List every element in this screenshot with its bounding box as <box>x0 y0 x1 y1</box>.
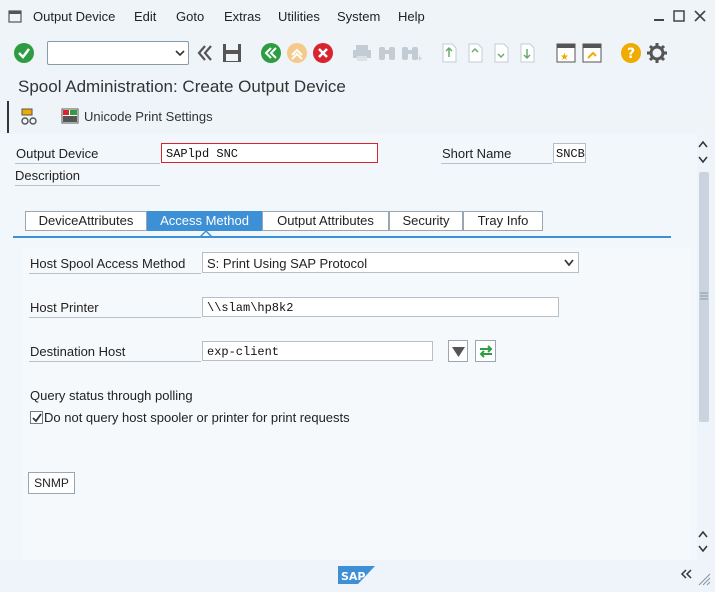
sap-logo-icon: SAP <box>338 566 375 584</box>
host-spool-method-value: S: Print Using SAP Protocol <box>207 256 368 271</box>
menu-goto[interactable]: Goto <box>176 9 204 24</box>
destination-host-label: Destination Host <box>30 344 126 359</box>
minimize-icon[interactable] <box>653 10 665 22</box>
find-next-icon[interactable]: + <box>400 44 422 62</box>
description-label-underline <box>15 185 160 186</box>
svg-text:?: ? <box>627 46 635 62</box>
page-down-icon[interactable] <box>698 545 708 553</box>
unicode-print-settings-label: Unicode Print Settings <box>84 109 213 124</box>
next-page-icon[interactable] <box>492 43 510 63</box>
host-printer-label: Host Printer <box>30 300 99 315</box>
first-page-icon[interactable] <box>440 43 458 63</box>
find-icon[interactable] <box>377 44 397 62</box>
menu-extras[interactable]: Extras <box>224 9 261 24</box>
cancel-icon[interactable] <box>312 42 334 64</box>
host-printer-label-underline <box>29 317 201 318</box>
resize-grip-icon[interactable] <box>697 572 711 586</box>
previous-page-icon[interactable] <box>466 43 484 63</box>
page-title: Spool Administration: Create Output Devi… <box>18 77 346 96</box>
short-name-field[interactable]: SNCB <box>553 143 586 163</box>
maximize-icon[interactable] <box>673 10 685 22</box>
host-spool-method-select[interactable]: S: Print Using SAP Protocol <box>202 252 579 273</box>
menu-help[interactable]: Help <box>398 9 425 24</box>
scroll-down-icon[interactable] <box>698 156 708 164</box>
chevron-down-icon[interactable] <box>175 48 185 58</box>
snmp-button[interactable]: SNMP <box>28 472 75 494</box>
collapse-status-icon[interactable] <box>680 569 692 579</box>
close-icon[interactable] <box>694 10 706 22</box>
svg-text:+: + <box>416 54 422 62</box>
destination-host-field[interactable]: exp-client <box>202 341 433 361</box>
unicode-settings-icon <box>61 108 79 124</box>
tab-strip-underline <box>13 236 671 238</box>
command-field[interactable] <box>47 41 189 65</box>
output-device-label: Output Device <box>16 146 99 161</box>
host-spool-method-label: Host Spool Access Method <box>30 256 186 271</box>
switch-arrows-icon <box>479 345 493 358</box>
back-icon[interactable] <box>260 42 282 64</box>
exit-icon[interactable] <box>286 42 308 64</box>
query-status-heading: Query status through polling <box>30 388 193 403</box>
scroll-grip-icon <box>700 292 708 300</box>
menu-system[interactable]: System <box>337 9 380 24</box>
switch-button[interactable] <box>475 340 496 362</box>
page-up-icon[interactable] <box>698 530 708 538</box>
help-icon[interactable]: ? <box>620 42 642 64</box>
host-spool-method-label-underline <box>29 273 201 274</box>
print-icon[interactable] <box>352 44 372 62</box>
generate-shortcut-icon[interactable] <box>582 43 602 63</box>
tab-access-method[interactable]: Access Method <box>147 211 262 231</box>
destination-host-dropdown-button[interactable] <box>448 340 468 362</box>
standard-toolbar: + ★ ? <box>0 34 715 72</box>
access-method-panel <box>23 248 691 560</box>
display-change-icon[interactable] <box>20 108 38 126</box>
tab-device-attributes[interactable]: DeviceAttributes <box>25 211 147 231</box>
output-device-label-underline <box>15 163 160 164</box>
status-bar: SAP <box>0 560 715 592</box>
menu-edit[interactable]: Edit <box>134 9 156 24</box>
no-query-checkbox[interactable] <box>30 411 43 424</box>
menu-bar: Output Device Edit Goto Extras Utilities… <box>0 0 715 34</box>
last-page-icon[interactable] <box>518 43 536 63</box>
short-name-label: Short Name <box>442 146 512 161</box>
tab-security[interactable]: Security <box>389 211 463 231</box>
svg-text:★: ★ <box>560 52 569 63</box>
settings-gear-icon[interactable] <box>646 42 668 64</box>
scroll-up-icon[interactable] <box>698 140 708 148</box>
host-printer-field[interactable]: \\slam\hp8k2 <box>202 297 559 317</box>
tab-tray-info[interactable]: Tray Info <box>463 211 543 231</box>
chevron-down-icon[interactable] <box>564 259 574 267</box>
collapse-icon[interactable] <box>196 44 214 62</box>
enter-check-icon[interactable] <box>13 42 35 64</box>
tab-output-attributes[interactable]: Output Attributes <box>262 211 389 231</box>
short-name-label-underline <box>441 163 552 164</box>
create-session-icon[interactable]: ★ <box>556 43 576 63</box>
destination-host-label-underline <box>29 361 201 362</box>
svg-text:SAP: SAP <box>341 570 366 583</box>
menu-output-device[interactable]: Output Device <box>33 9 115 24</box>
checkmark-icon <box>32 413 42 423</box>
save-icon[interactable] <box>222 43 242 63</box>
triangle-down-icon <box>452 347 465 357</box>
description-label: Description <box>15 168 81 183</box>
application-toolbar: Unicode Print Settings <box>7 101 715 133</box>
window-icon[interactable] <box>8 10 22 23</box>
no-query-checkbox-label[interactable]: Do not query host spooler or printer for… <box>44 410 350 425</box>
output-device-field[interactable]: SAPlpd SNC <box>161 143 378 163</box>
menu-utilities[interactable]: Utilities <box>278 9 320 24</box>
